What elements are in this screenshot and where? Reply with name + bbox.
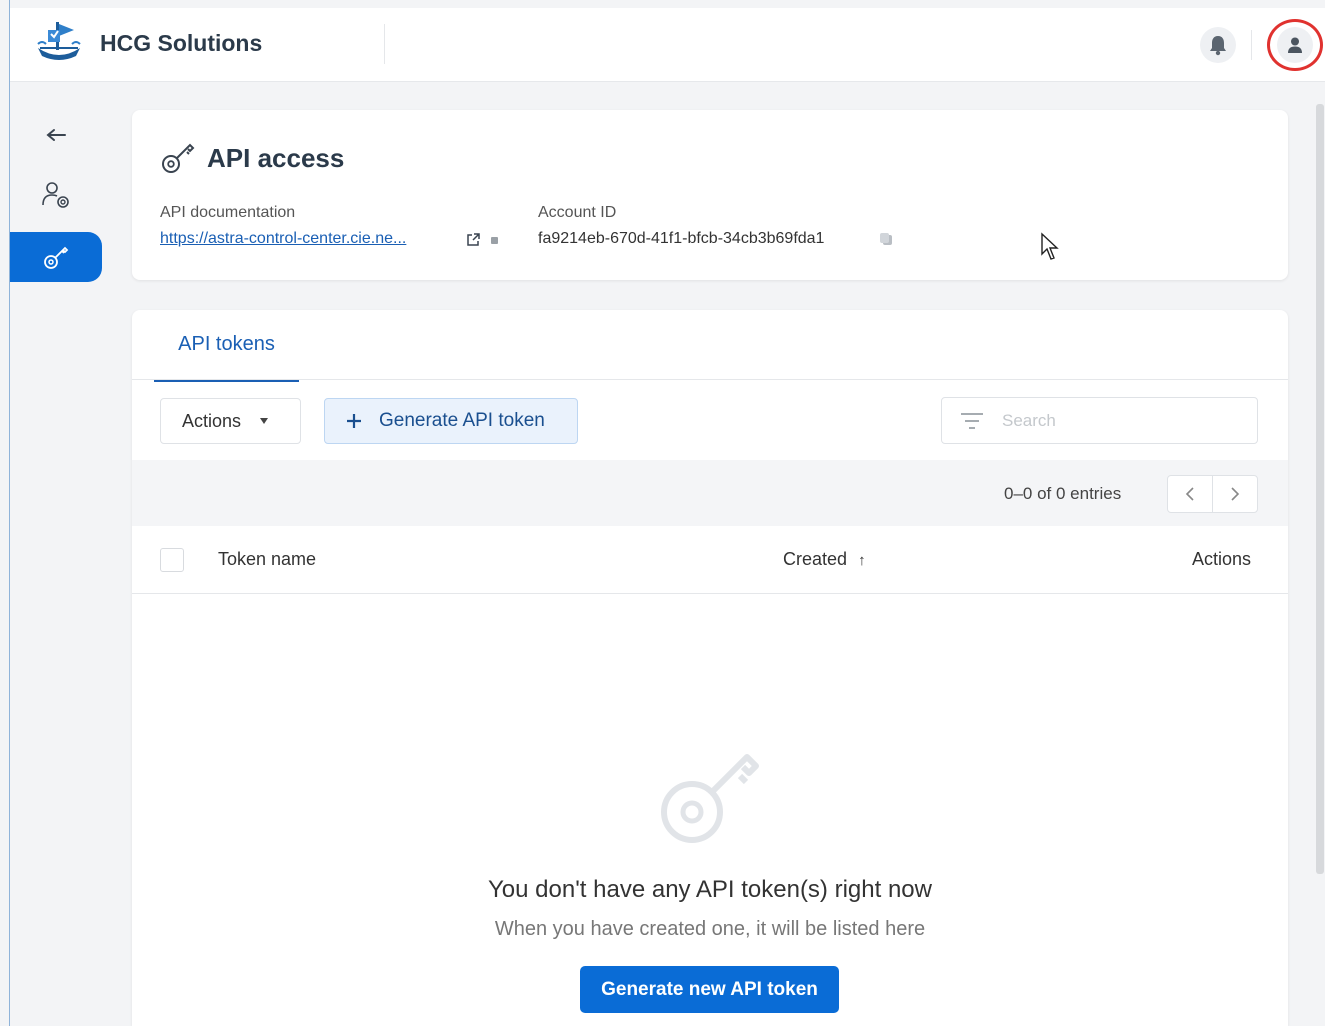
column-actions: Actions	[1192, 549, 1252, 569]
column-token-name[interactable]: Token name	[218, 549, 316, 570]
generate-api-token-button[interactable]: Generate API token	[324, 398, 578, 444]
api-tokens-card: API tokens Actions Generate API token Se…	[132, 310, 1288, 1026]
search-placeholder: Search	[1002, 410, 1056, 430]
actions-dropdown[interactable]: Actions	[160, 398, 301, 444]
api-access-card: API access API documentation https://ast…	[132, 110, 1288, 280]
account-settings-icon	[42, 182, 69, 208]
divider	[132, 379, 1288, 380]
generate-api-token-label: Generate API token	[379, 410, 545, 431]
sidebar-item-api-access[interactable]	[10, 232, 102, 282]
api-documentation-link[interactable]: https://astra-control-center.cie.ne...	[160, 230, 406, 248]
prev-page-button[interactable]	[1168, 476, 1213, 512]
top-bar: HCG Solutions	[10, 8, 1325, 82]
select-all-checkbox[interactable]	[160, 548, 184, 572]
profile-highlight	[1267, 19, 1323, 71]
user-menu-button[interactable]	[1277, 27, 1313, 63]
column-created[interactable]: Created ↑	[783, 549, 866, 570]
empty-state-title: You don't have any API token(s) right no…	[488, 876, 932, 903]
chevron-left-icon	[1185, 487, 1194, 501]
copy-icon[interactable]	[878, 231, 894, 252]
external-link-icon[interactable]	[465, 232, 481, 253]
account-id-value: fa9214eb-670d-41f1-bfcb-34cb3b69fda1	[538, 230, 825, 247]
account-id-label: Account ID	[538, 204, 617, 221]
caret-down-icon	[260, 418, 269, 424]
search-field[interactable]: Search	[941, 397, 1258, 444]
doc-label: API documentation	[160, 204, 296, 221]
copy-icon[interactable]	[489, 233, 501, 251]
next-page-button[interactable]	[1213, 476, 1257, 512]
notifications-button[interactable]	[1200, 27, 1236, 63]
pagination-controls	[1167, 475, 1258, 513]
page-title: API access	[207, 143, 345, 173]
brand-name: HCG Solutions	[100, 30, 263, 56]
actions-label: Actions	[182, 410, 242, 431]
tab-api-tokens[interactable]: API tokens	[154, 330, 299, 382]
user-icon	[1288, 37, 1302, 53]
back-arrow-icon	[46, 129, 66, 141]
key-icon	[160, 140, 196, 181]
plus-icon	[347, 414, 361, 428]
table-header: Token name Created ↑ Actions	[132, 526, 1288, 594]
key-illustration-icon	[657, 748, 761, 857]
key-icon	[44, 246, 69, 269]
bell-icon	[1210, 36, 1226, 56]
sidebar	[10, 82, 108, 1026]
sidebar-item-account-settings[interactable]	[10, 170, 102, 220]
divider	[384, 24, 385, 64]
generate-new-api-token-button[interactable]: Generate new API token	[580, 966, 839, 1013]
pagination-bar: 0–0 of 0 entries	[132, 460, 1288, 526]
sort-ascending-icon: ↑	[858, 552, 866, 569]
mouse-cursor-icon	[1040, 232, 1060, 267]
divider	[1251, 30, 1252, 60]
ship-logo-icon[interactable]	[34, 18, 84, 64]
chevron-right-icon	[1231, 487, 1240, 501]
scrollbar-thumb[interactable]	[1316, 104, 1324, 874]
column-created-label: Created	[783, 549, 848, 569]
empty-state-subtitle: When you have created one, it will be li…	[494, 918, 926, 940]
filter-icon	[961, 412, 983, 429]
back-button[interactable]	[10, 110, 102, 160]
entries-count: 0–0 of 0 entries	[1004, 484, 1122, 503]
